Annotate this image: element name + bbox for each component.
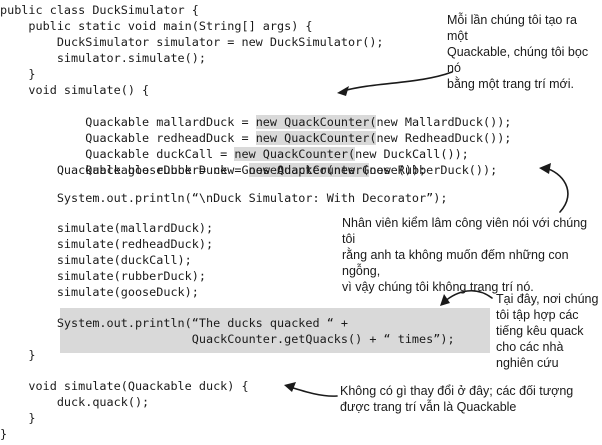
code-line: simulate(gooseDuck); [0, 285, 199, 299]
code-line: Quackable gooseDuck = new GooseAdapter(n… [0, 163, 427, 177]
code-line-highlighted: Quackable rubberDuck = new QuackCounter(… [0, 146, 497, 177]
code-line: } [0, 67, 36, 81]
annotation-line: tôi tập hợp các [496, 308, 579, 322]
code-line: simulate(rubberDuck); [0, 269, 206, 283]
code-line: } [0, 411, 36, 425]
annotation-line: bằng một trang trí mới. [447, 77, 574, 91]
annotation-line: được trang trí vẫn là Quackable [340, 400, 517, 414]
code-line: void simulate() { [0, 83, 150, 97]
code-line: simulate(duckCall); [0, 253, 192, 267]
annotation-unchanged: Không có gì thay đổi ở đây; các đối tượn… [340, 383, 598, 415]
code-line: duck.quack(); [0, 395, 150, 409]
code-line: } [0, 427, 8, 441]
code-line: public static void main(String[] args) { [0, 19, 313, 33]
code-line: simulator.simulate(); [0, 51, 206, 65]
annotation-line: cho các nhà [496, 340, 564, 354]
annotation-line: Quackable, chúng tôi bọc nó [447, 45, 589, 75]
annotation-goose: Nhân viên kiểm lâm công viên nói với chú… [342, 215, 600, 295]
annotation-decorator: Mỗi lần chúng tôi tạo ra một Quackable, … [447, 12, 597, 92]
annotation-line: rằng anh ta không muốn đếm những con ngỗ… [342, 248, 569, 278]
code-line: } [0, 348, 36, 362]
annotation-line: Mỗi lần chúng tôi tạo ra một [447, 13, 577, 43]
code-line: void simulate(Quackable duck) { [0, 379, 249, 393]
annotation-quacks: Tại đây, nơi chúng tôi tập hợp các tiếng… [496, 291, 600, 371]
annotation-line: tiếng kêu quack [496, 324, 584, 338]
code-line-highlighted: Quackable redheadDuck = new QuackCounter… [0, 114, 511, 145]
annotation-line: Không có gì thay đổi ở đây; các đối tượn… [340, 384, 574, 398]
code-line: public class DuckSimulator { [0, 3, 199, 17]
annotation-line: Nhân viên kiểm lâm công viên nói với chú… [342, 216, 588, 246]
code-line: DuckSimulator simulator = new DuckSimula… [0, 35, 384, 49]
annotation-line: nghiên cứu [496, 356, 559, 370]
code-line: System.out.println(“The ducks quacked “ … [0, 316, 349, 330]
code-line: System.out.println(“\nDuck Simulator: Wi… [0, 191, 448, 205]
code-line: QuackCounter.getQuacks() + “ times”); [0, 332, 455, 346]
code-line-highlighted: Quackable mallardDuck = new QuackCounter… [0, 98, 511, 129]
code-line: simulate(mallardDuck); [0, 221, 214, 235]
annotation-line: Tại đây, nơi chúng [496, 292, 599, 306]
code-line-highlighted: Quackable duckCall = new QuackCounter(ne… [0, 130, 469, 161]
code-line: simulate(redheadDuck); [0, 237, 214, 251]
